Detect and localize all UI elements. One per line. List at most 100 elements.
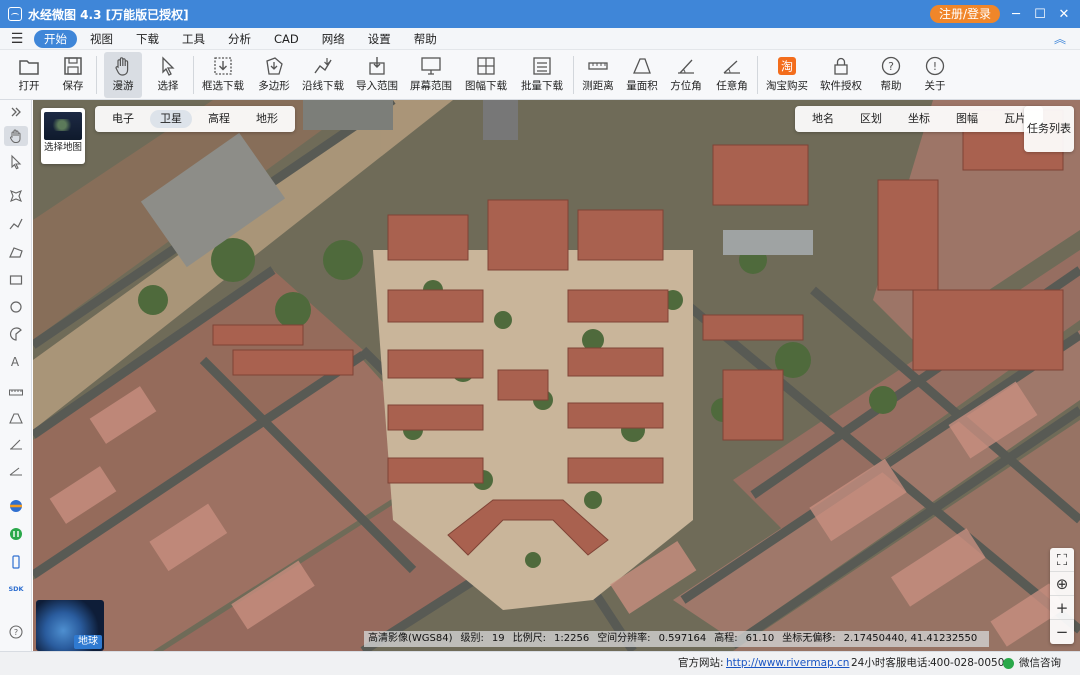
angle-tool-icon[interactable]	[4, 460, 28, 480]
azimuth-icon	[678, 59, 694, 74]
screen-range-icon	[421, 57, 441, 75]
fullscreen-icon[interactable]: ⛶	[1050, 548, 1074, 572]
rect-download-button[interactable]: 框选下载	[200, 52, 246, 98]
minimize-icon[interactable]: ─	[1004, 0, 1028, 28]
overlay-coordinates[interactable]: 坐标	[898, 110, 940, 128]
coordinate-label: 坐标无偏移:	[782, 633, 836, 644]
screen-range-button[interactable]: 屏幕范围	[408, 52, 454, 98]
sheet-download-button[interactable]: 图幅下载	[462, 52, 510, 98]
taobao-button[interactable]: 淘 淘宝购买	[764, 52, 810, 98]
map-type-terrain[interactable]: 地形	[246, 110, 288, 128]
rectangle-tool-icon[interactable]	[4, 270, 28, 290]
map-view[interactable]: 选择地图 电子 卫星 高程 地形 地名 区划 坐标 图幅 瓦片 任务列表 地球 …	[33, 100, 1080, 651]
help-circle-icon[interactable]: ?	[4, 622, 28, 642]
measure-area-button[interactable]: 量面积	[624, 52, 660, 98]
svg-text:SDK: SDK	[8, 585, 24, 593]
map-type-elevation[interactable]: 高程	[198, 110, 240, 128]
menu-network[interactable]: 网络	[312, 30, 355, 48]
hamburger-menu-icon[interactable]: ☰	[0, 31, 34, 47]
polygon-download-button[interactable]: 多边形	[254, 52, 294, 98]
close-icon[interactable]: ✕	[1052, 0, 1076, 28]
pan-button[interactable]: 漫游	[104, 52, 142, 98]
map-type-satellite[interactable]: 卫星	[150, 110, 192, 128]
svg-text:A: A	[11, 355, 20, 369]
rect-download-icon	[214, 57, 232, 75]
help-button[interactable]: ? 帮助	[874, 52, 908, 98]
zoom-controls: ⛶ ⊕ + −	[1050, 548, 1074, 644]
polygon-tool-icon[interactable]	[4, 242, 28, 262]
locate-icon[interactable]: ⊕	[1050, 572, 1074, 596]
batch-download-button[interactable]: 批量下载	[518, 52, 566, 98]
open-button[interactable]: 打开	[12, 52, 46, 98]
menu-download[interactable]: 下载	[126, 30, 169, 48]
scale-value: 1:2256	[554, 633, 590, 644]
svg-text:!: !	[933, 60, 937, 73]
polygon-download-icon	[266, 57, 283, 75]
map-type-electronic[interactable]: 电子	[102, 110, 144, 128]
sheet-download-icon	[477, 57, 495, 75]
taobao-icon: 淘	[778, 57, 796, 75]
coordinate-value: 2.17450440, 41.41232550	[843, 633, 978, 644]
menu-analysis[interactable]: 分析	[218, 30, 261, 48]
menu-help[interactable]: 帮助	[404, 30, 447, 48]
title-bar: 水经微图 4.3 [万能版已授权] 注册/登录 ─ ☐ ✕	[0, 0, 1080, 28]
select-tool-icon[interactable]	[4, 152, 28, 172]
save-button[interactable]: 保存	[56, 52, 90, 98]
ruler-tool-icon[interactable]	[4, 382, 28, 402]
help-icon: ?	[881, 56, 901, 76]
text-tool-icon[interactable]: A	[4, 351, 28, 371]
expand-panel-icon[interactable]	[4, 102, 28, 122]
mobile-icon[interactable]	[4, 552, 28, 572]
angle-button[interactable]: 任意角	[714, 52, 750, 98]
azimuth-tool-icon[interactable]	[4, 434, 28, 454]
import-range-icon	[369, 57, 385, 75]
app-logo-icon	[8, 7, 22, 21]
wechat-icon	[1003, 658, 1014, 669]
info-icon: !	[925, 56, 945, 76]
marker-tool-icon[interactable]	[4, 186, 28, 206]
about-button[interactable]: ! 关于	[918, 52, 952, 98]
zoom-out-icon[interactable]: −	[1050, 620, 1074, 644]
overlay-place-names[interactable]: 地名	[802, 110, 844, 128]
zoom-in-icon[interactable]: +	[1050, 596, 1074, 620]
pan-tool-icon[interactable]	[4, 126, 28, 146]
login-button[interactable]: 注册/登录	[929, 5, 1000, 23]
import-range-button[interactable]: 导入范围	[354, 52, 400, 98]
phone-number: 400-028-0050	[930, 657, 1005, 669]
overlay-districts[interactable]: 区划	[850, 110, 892, 128]
save-icon	[64, 57, 82, 75]
menu-start[interactable]: 开始	[34, 29, 77, 48]
menu-view[interactable]: 视图	[80, 30, 123, 48]
select-button[interactable]: 选择	[150, 52, 186, 98]
menu-settings[interactable]: 设置	[358, 30, 401, 48]
website-link[interactable]: http://www.rivermap.cn	[726, 652, 849, 674]
svg-text:?: ?	[888, 60, 894, 73]
license-button[interactable]: 软件授权	[818, 52, 864, 98]
sdk-icon[interactable]: SDK	[4, 578, 28, 598]
menu-cad[interactable]: CAD	[264, 30, 309, 48]
line-download-button[interactable]: 沿线下载	[300, 52, 346, 98]
measure-area-icon	[633, 58, 651, 74]
globe-label: 地球	[74, 635, 102, 649]
toolbar-separator	[757, 56, 758, 94]
maximize-icon[interactable]: ☐	[1028, 0, 1052, 28]
task-list-button[interactable]: 任务列表	[1024, 106, 1074, 152]
measure-distance-button[interactable]: 测距离	[580, 52, 616, 98]
wechat-consult-button[interactable]: 微信咨询	[1019, 652, 1061, 674]
overlay-sheets[interactable]: 图幅	[946, 110, 988, 128]
sector-tool-icon[interactable]	[4, 324, 28, 344]
area-tool-icon[interactable]	[4, 408, 28, 428]
status-bar: 官方网站: http://www.rivermap.cn 24小时客服电话: 4…	[0, 651, 1080, 675]
azimuth-button[interactable]: 方位角	[668, 52, 704, 98]
circle-tool-icon[interactable]	[4, 297, 28, 317]
svg-text:淘: 淘	[781, 60, 793, 74]
globe-view-button[interactable]: 地球	[36, 600, 104, 651]
flag-plugin-icon[interactable]	[4, 496, 28, 516]
layer-selector-button[interactable]: 选择地图	[41, 108, 85, 164]
angle-icon	[723, 60, 740, 74]
polyline-tool-icon[interactable]	[4, 214, 28, 234]
svg-text:?: ?	[14, 628, 18, 637]
collapse-ribbon-icon[interactable]: ︽	[1054, 30, 1066, 47]
menu-tools[interactable]: 工具	[172, 30, 215, 48]
green-plugin-icon[interactable]	[4, 524, 28, 544]
